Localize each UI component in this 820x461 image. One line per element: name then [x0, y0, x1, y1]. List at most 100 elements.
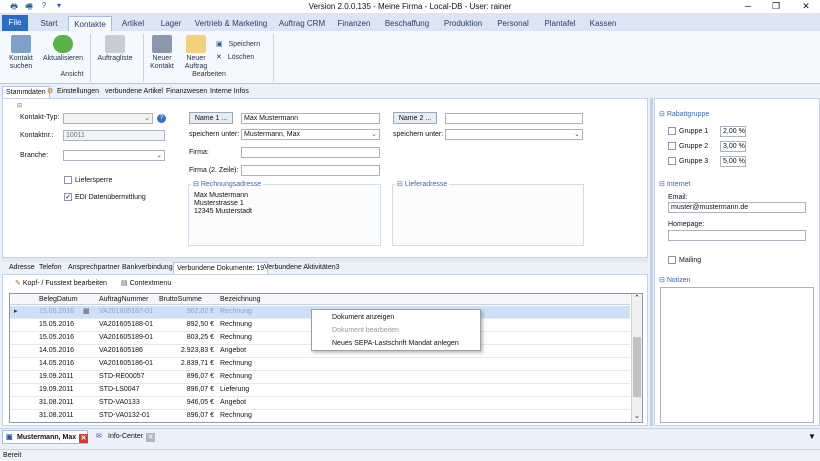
close-button[interactable]: ✕	[794, 0, 818, 14]
status-bar: Bereit	[0, 449, 820, 461]
table-row[interactable]: 19.09.2011 STD-LS0047 896,07 € Lieferung	[10, 384, 630, 397]
tab-interne-infos[interactable]: Interne Infos	[207, 86, 252, 98]
minimize-button[interactable]: ─	[736, 0, 760, 14]
speichern-button[interactable]: ▣ Speichern	[216, 41, 268, 49]
neuer-auftrag-button[interactable]: Neuer Auftrag	[180, 35, 212, 71]
tab-ansprechpartner[interactable]: Ansprechpartner	[65, 262, 123, 274]
name2-button[interactable]: Name 2 ...	[393, 112, 437, 124]
gruppe2-field[interactable]: 3,00 %	[720, 141, 746, 152]
edi-checkbox[interactable]: ✓	[64, 193, 72, 201]
gruppe1-field[interactable]: 2,00 %	[720, 126, 746, 137]
tab-einstellungen[interactable]: ⚙ Einstellungen	[45, 86, 102, 98]
lieferadresse-title: Lieferadresse	[404, 181, 448, 188]
menu-item-sepa-mandat[interactable]: Neues SEPA-Lastschrift Mandat anlegen	[332, 340, 459, 347]
speichern-unter2-select[interactable]: ⌄	[445, 129, 583, 140]
tab-stammdaten[interactable]: Stammdaten	[2, 86, 50, 98]
email-field[interactable]: muster@mustermann.de	[668, 202, 806, 213]
table-row[interactable]: 19.09.2011 STD-RE00057 896,07 € Rechnung	[10, 371, 630, 384]
tab-einstellungen-label: Einstellungen	[57, 88, 100, 95]
speichern-unter-select[interactable]: Mustermann, Max ⌄	[241, 129, 380, 140]
tab-verbundene-artikel[interactable]: verbundene Artikel	[102, 86, 166, 98]
name1-field[interactable]: Max Mustermann	[241, 113, 380, 124]
menu-item-dokument-bearbeiten[interactable]: Dokument bearbeiten	[332, 327, 399, 334]
mailing-checkbox[interactable]	[668, 256, 676, 264]
column-belegdatum[interactable]: BelegDatum	[39, 296, 78, 303]
tab-artikel[interactable]: Artikel	[116, 16, 150, 31]
menu-item-dokument-anzeigen[interactable]: Dokument anzeigen	[332, 314, 394, 321]
gruppe1-checkbox[interactable]	[668, 127, 676, 135]
column-bezeichnung[interactable]: Bezeichnung	[220, 296, 260, 303]
internet-header[interactable]: ⊟ Internet	[659, 180, 691, 188]
tab-produktion[interactable]: Produktion	[440, 16, 486, 31]
tab-verbundene-dokumente[interactable]: Verbundene Dokumente: 19	[173, 262, 269, 274]
kontaktnr-field[interactable]: 10011	[63, 130, 165, 141]
tab-lager[interactable]: Lager	[156, 16, 186, 31]
rechnungsadresse-header[interactable]: ⊟ Rechnungsadresse	[191, 180, 264, 188]
tab-telefon[interactable]: Telefon	[36, 262, 65, 274]
tab-file[interactable]: File	[2, 15, 28, 31]
gruppe3-field[interactable]: 5,00 %	[720, 156, 746, 167]
name2-field[interactable]	[445, 113, 583, 124]
maximize-button[interactable]: ❐	[764, 0, 788, 14]
gruppe3-checkbox[interactable]	[668, 157, 676, 165]
tab-overflow-icon[interactable]: ▼	[808, 432, 816, 441]
tab-beschaffung[interactable]: Beschaffung	[383, 16, 431, 31]
vertical-splitter[interactable]	[650, 98, 653, 426]
column-auftragnummer[interactable]: AuftragNummer	[99, 296, 148, 303]
speichern-label: Speichern	[228, 41, 261, 48]
liefersperre-checkbox[interactable]	[64, 176, 72, 184]
table-row[interactable]: 31.08.2011 STD-VA0133 946,05 € Angebot	[10, 397, 630, 410]
row-indicator-icon: ▸	[14, 308, 18, 315]
firma-field[interactable]	[241, 147, 380, 158]
tab-plantafel[interactable]: Plantafel	[540, 16, 580, 31]
firma2-field[interactable]	[241, 165, 380, 176]
column-bruttosumme[interactable]: BruttoSumme	[159, 296, 202, 303]
contextmenu-button[interactable]: ▤ Contextmenu	[121, 279, 171, 290]
kontakt-typ-select[interactable]: ⌄	[63, 113, 153, 124]
edi-label: EDI Datenübermittlung	[75, 194, 146, 201]
collapse-icon[interactable]: ⊟	[17, 102, 22, 109]
scroll-down-icon[interactable]: ⌄	[634, 412, 640, 420]
info-icon[interactable]: ?	[157, 114, 166, 123]
tab-verbundene-aktivitaeten[interactable]: Verbundene Aktivitäten3	[261, 262, 343, 274]
doc-tab-info-center[interactable]: ✉ Info-Center ✕	[94, 430, 158, 444]
context-menu: Dokument anzeigen Dokument bearbeiten Ne…	[311, 309, 481, 351]
tab-kassen[interactable]: Kassen	[587, 16, 619, 31]
tab-start[interactable]: Start	[34, 16, 64, 31]
calendar-icon[interactable]: ▦	[83, 306, 90, 318]
tab-finanzen[interactable]: Finanzen	[334, 16, 374, 31]
close-icon[interactable]: ✕	[79, 434, 88, 443]
rabattgruppe-title: Rabattgruppe	[666, 111, 710, 118]
kontakt-suchen-button[interactable]: Kontakt suchen	[4, 35, 38, 71]
group-bearbeiten: Bearbeiten	[192, 71, 226, 78]
table-row[interactable]: 31.08.2011 STD-VA0132-01 896,07 € Rechnung	[10, 410, 630, 422]
aktualisieren-button[interactable]: Aktualisieren	[40, 35, 86, 63]
table-row[interactable]: 14.05.2016 VA201605186-01 2.839,71 € Rechnu…	[10, 358, 630, 371]
tab-bankverbindung[interactable]: Bankverbindung	[119, 262, 176, 274]
tab-personal[interactable]: Personal	[494, 16, 532, 31]
table-cell: 896,07 €	[186, 412, 214, 419]
homepage-field[interactable]	[668, 230, 806, 241]
branche-select[interactable]: ⌄	[63, 150, 165, 161]
notizen-header[interactable]: ⊟ Notizen	[659, 276, 691, 284]
tab-vertrieb[interactable]: Vertrieb & Marketing	[191, 16, 271, 31]
close-icon[interactable]: ✕	[146, 433, 155, 442]
rabattgruppe-header[interactable]: ⊟ Rabattgruppe	[659, 110, 709, 118]
gruppe2-checkbox[interactable]	[668, 142, 676, 150]
doc-tab-mustermann[interactable]: ▣ Mustermann, Max ✕	[2, 430, 88, 444]
loeschen-button[interactable]: ✕ Löschen	[216, 54, 268, 62]
scroll-up-icon[interactable]: ⌃	[634, 294, 640, 302]
lieferadresse-header[interactable]: ⊟ Lieferadresse	[395, 180, 450, 188]
auftragliste-button[interactable]: Auftragliste	[94, 35, 136, 63]
grid-scrollbar[interactable]: ⌃ ⌄	[631, 294, 642, 422]
name1-button[interactable]: Name 1 ...	[189, 112, 233, 124]
tab-kontakte[interactable]: Kontakte	[68, 16, 112, 31]
tab-adresse[interactable]: Adresse	[6, 262, 38, 274]
kopf-fusstext-button[interactable]: ✎ Kopf- / Fusstext bearbeiten	[15, 279, 107, 290]
scrollbar-thumb[interactable]	[633, 337, 641, 397]
neuer-kontakt-button[interactable]: Neuer Kontakt	[146, 35, 178, 71]
tab-auftrag-crm[interactable]: Auftrag CRM	[277, 16, 327, 31]
tab-finanzwesen[interactable]: Finanzwesen	[163, 86, 210, 98]
notizen-field[interactable]	[660, 287, 814, 423]
table-cell: VA201605186	[99, 347, 143, 354]
